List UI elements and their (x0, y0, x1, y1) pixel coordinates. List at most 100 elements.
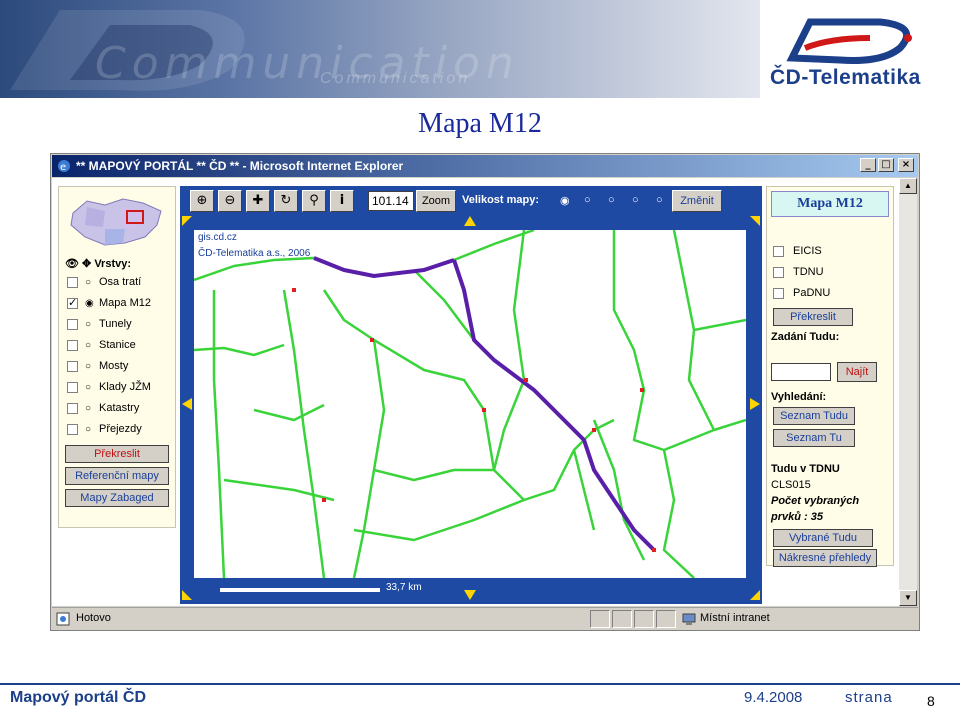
vertical-scrollbar[interactable]: ▲ ▼ (899, 178, 917, 606)
maximize-button[interactable]: □ (878, 158, 894, 172)
map-size-radio[interactable]: ○ (608, 194, 615, 206)
layer-checkbox[interactable] (67, 319, 78, 330)
refresh-icon[interactable]: ↻ (274, 190, 298, 212)
zoom-out-icon[interactable]: ⊖ (218, 190, 242, 212)
pan-southeast-icon[interactable] (750, 590, 760, 600)
info-panel: Mapa M12 EICIS TDNU PaDNU Překreslit Zad… (766, 186, 894, 567)
layer-radio[interactable]: ○ (85, 403, 91, 414)
list-tu-button[interactable]: Seznam Tu (773, 429, 855, 447)
logo-text: ČD-Telematika (770, 66, 921, 89)
pan-icon[interactable]: ✚ (246, 190, 270, 212)
slide-banner: Communication Communication ČD-Telematik… (0, 0, 960, 100)
layer-label: Stanice (99, 339, 136, 351)
banner-graphic: Communication Communication (0, 0, 760, 98)
count-label-2: prvků : 35 (771, 511, 823, 523)
tudu-input-label: Zadání Tudu: (771, 331, 840, 343)
intranet-icon (682, 613, 696, 625)
layer-label: Klady JŽM (99, 381, 151, 393)
padnu-checkbox[interactable] (773, 288, 784, 299)
zabaged-maps-button[interactable]: Mapy Zabaged (65, 489, 169, 507)
cd-logo-icon (786, 18, 912, 64)
map-size-radio[interactable]: ○ (632, 194, 639, 206)
padnu-label: PaDNU (793, 287, 831, 299)
eicis-checkbox[interactable] (773, 246, 784, 257)
rail-network-map[interactable] (194, 230, 746, 578)
tdnu-checkbox[interactable] (773, 267, 784, 278)
layer-radio[interactable]: ◉ (85, 298, 94, 309)
layer-label: Katastry (99, 402, 140, 414)
slide-title: Mapa M12 (418, 108, 542, 139)
layer-radio[interactable]: ○ (85, 361, 91, 372)
status-cell (634, 610, 654, 628)
redraw-button[interactable]: Překreslit (65, 445, 169, 463)
pan-south-icon[interactable] (464, 590, 476, 600)
layer-checkbox[interactable] (67, 277, 78, 288)
footer-page-number: 8 (927, 693, 935, 709)
eicis-label: EICIS (793, 245, 822, 257)
map-size-label: Velikost mapy: (462, 194, 540, 206)
reference-maps-button[interactable]: Referenční mapy (65, 467, 169, 485)
layer-radio[interactable]: ○ (85, 382, 91, 393)
list-tudu-button[interactable]: Seznam Tudu (773, 407, 855, 425)
cd-telematika-logo: ČD-Telematika (770, 8, 950, 92)
map-frame: ⊕ ⊖ ✚ ↻ ⚲ i 101.14 Zoom Velikost mapy: ◉… (180, 186, 762, 604)
change-size-button[interactable]: Změnit (672, 190, 722, 212)
map-credit-url: gis.cd.cz (198, 232, 237, 243)
layer-radio[interactable]: ○ (85, 319, 91, 330)
pan-northwest-icon[interactable] (182, 216, 192, 226)
status-text: Hotovo (76, 612, 111, 624)
layer-radio[interactable]: ○ (85, 424, 91, 435)
layers-heading: 👁 ✥ Vrstvy: (65, 257, 131, 270)
close-button[interactable]: × (898, 158, 914, 172)
zoom-input[interactable]: 101.14 (368, 191, 414, 211)
search-label: Vyhledání: (771, 391, 827, 403)
layer-checkbox[interactable] (67, 340, 78, 351)
search-icon[interactable]: ⚲ (302, 190, 326, 212)
layer-radio[interactable]: ○ (85, 277, 91, 288)
window-titlebar: e ** MAPOVÝ PORTÁL ** ČD ** - Microsoft … (52, 155, 918, 177)
zoom-button[interactable]: Zoom (416, 190, 456, 212)
layer-checkbox[interactable] (67, 424, 78, 435)
find-button[interactable]: Najít (837, 362, 877, 382)
map-toolbar: ⊕ ⊖ ✚ ↻ ⚲ i 101.14 Zoom Velikost mapy: ◉… (190, 190, 750, 214)
zone-text: Místní intranet (700, 612, 770, 624)
pan-west-icon[interactable] (182, 398, 192, 410)
info-panel-title: Mapa M12 (771, 191, 889, 217)
pan-north-icon[interactable] (464, 216, 476, 226)
layer-radio[interactable]: ○ (85, 340, 91, 351)
layer-checkbox[interactable] (67, 361, 78, 372)
tdnu-label: TDNU (793, 266, 824, 278)
scroll-down-icon[interactable]: ▼ (899, 590, 917, 606)
info-icon[interactable]: i (330, 190, 354, 212)
map-canvas[interactable]: gis.cd.cz ČD-Telematika a.s., 2006 (194, 230, 746, 578)
right-redraw-button[interactable]: Překreslit (773, 308, 853, 326)
layer-checkbox[interactable] (67, 382, 78, 393)
zoom-in-icon[interactable]: ⊕ (190, 190, 214, 212)
layer-checkbox[interactable] (67, 296, 78, 309)
footer-title: Mapový portál ČD (10, 689, 147, 706)
layer-label: Osa tratí (99, 276, 142, 288)
pan-east-icon[interactable] (750, 398, 760, 410)
map-credit-company: ČD-Telematika a.s., 2006 (198, 248, 311, 259)
map-size-radio[interactable]: ○ (584, 194, 591, 206)
selected-tudu-button[interactable]: Vybrané Tudu (773, 529, 873, 547)
map-size-radio[interactable]: ○ (656, 194, 663, 206)
layer-label: Přejezdy (99, 423, 142, 435)
pan-northeast-icon[interactable] (750, 216, 760, 226)
map-size-radio[interactable]: ◉ (560, 194, 570, 207)
pan-southwest-icon[interactable] (182, 590, 192, 600)
scroll-up-icon[interactable]: ▲ (899, 178, 917, 194)
layer-label: Tunely (99, 318, 132, 330)
pointer-icon: ✥ (82, 258, 92, 270)
overview-button[interactable]: Nákresné přehledy (773, 549, 877, 567)
layer-checkbox[interactable] (67, 403, 78, 414)
minimize-button[interactable]: _ (860, 158, 876, 172)
count-label-1: Počet vybraných (771, 495, 860, 507)
page-icon (56, 612, 70, 626)
layer-label: Mosty (99, 360, 129, 372)
footer-page-label: strana (845, 689, 893, 706)
browser-window: e ** MAPOVÝ PORTÁL ** ČD ** - Microsoft … (50, 153, 920, 631)
tudu-input[interactable] (771, 363, 831, 381)
window-title: ** MAPOVÝ PORTÁL ** ČD ** - Microsoft In… (76, 159, 404, 173)
reference-mini-map[interactable] (65, 193, 169, 253)
